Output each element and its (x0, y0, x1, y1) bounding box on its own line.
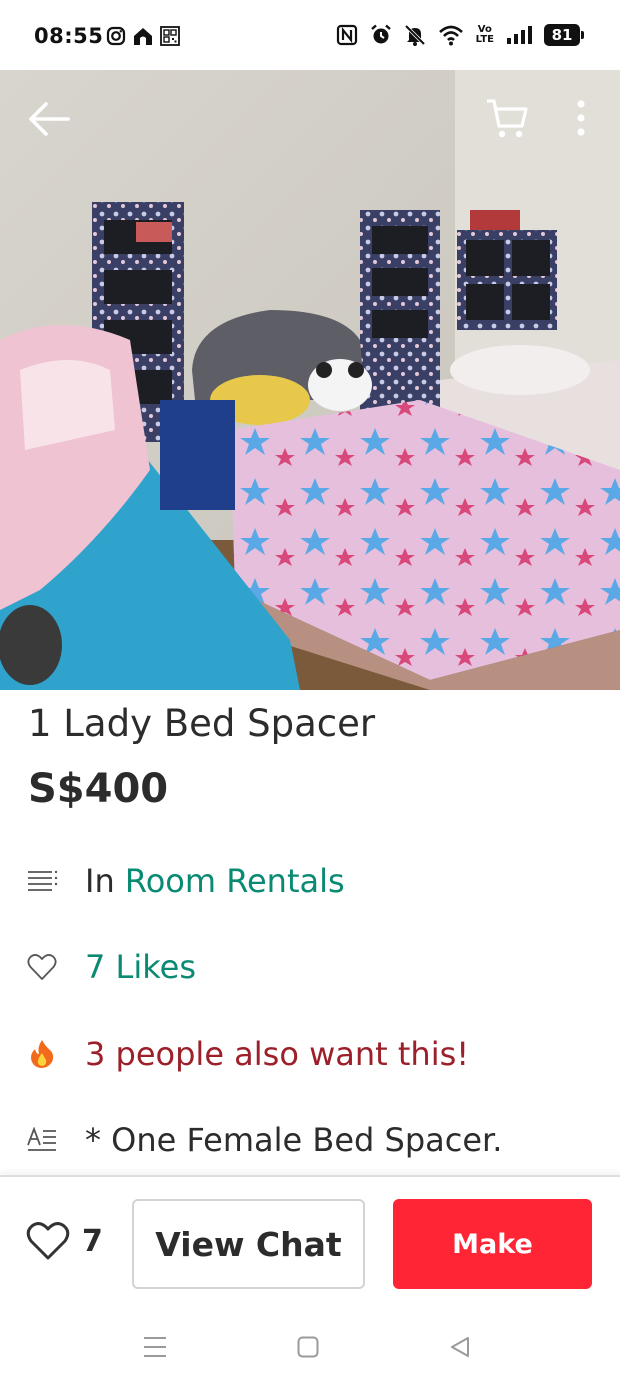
like-button[interactable]: 7 (26, 1221, 103, 1261)
status-time: 08:55 (34, 24, 104, 48)
text-format-icon (26, 1124, 58, 1156)
more-vertical-icon (577, 100, 585, 136)
interest-text: 3 people also want this! (85, 1035, 470, 1073)
likes-row: 7 Likes (26, 943, 196, 991)
interest-row: 3 people also want this! (26, 1030, 469, 1078)
nfc-icon (336, 24, 357, 46)
back-button[interactable] (26, 98, 72, 140)
fire-icon (26, 1038, 58, 1070)
action-bar: 7 View Chat Make (0, 1175, 620, 1311)
list-icon (26, 865, 58, 897)
qr-code-icon (160, 26, 180, 46)
back-arrow-icon (29, 102, 70, 136)
listing-price: S$400 (28, 766, 169, 812)
status-right-icons: Vo LTE 81 (336, 24, 584, 46)
likes-link[interactable]: 7 Likes (85, 948, 196, 986)
description-text: * One Female Bed Spacer. (85, 1121, 503, 1159)
product-photo[interactable] (0, 70, 620, 690)
heart-icon (26, 1222, 70, 1260)
instagram-icon (106, 26, 126, 46)
listing-title: 1 Lady Bed Spacer (28, 702, 376, 745)
like-count: 7 (82, 1223, 103, 1259)
volte-bottom: LTE (475, 34, 494, 45)
more-options-button[interactable] (566, 96, 596, 142)
home-square-icon[interactable] (296, 1335, 320, 1359)
make-offer-button[interactable]: Make (393, 1199, 592, 1289)
bedroom-photo-illustration (0, 70, 620, 690)
heart-outline-icon (26, 951, 58, 983)
battery-icon: 81 (544, 24, 584, 46)
home-app-icon (134, 28, 152, 45)
volte-icon: Vo LTE (476, 25, 494, 45)
view-chat-button[interactable]: View Chat (132, 1199, 365, 1289)
wifi-icon (438, 25, 463, 46)
category-row: In Room Rentals (26, 857, 345, 905)
category-prefix: In (85, 862, 115, 900)
signal-icon (507, 26, 532, 44)
mute-icon (404, 24, 425, 46)
back-triangle-icon[interactable] (448, 1335, 472, 1359)
description-row: * One Female Bed Spacer. (26, 1116, 502, 1164)
status-left-icons (106, 26, 180, 46)
cart-button[interactable] (484, 96, 530, 142)
system-nav-bar (0, 1311, 620, 1386)
category-link[interactable]: Room Rentals (125, 862, 345, 900)
alarm-icon (370, 24, 391, 44)
status-bar: 08:55 Vo LTE 81 (0, 0, 620, 70)
recents-menu-icon[interactable] (142, 1335, 168, 1359)
cart-icon (487, 99, 528, 138)
